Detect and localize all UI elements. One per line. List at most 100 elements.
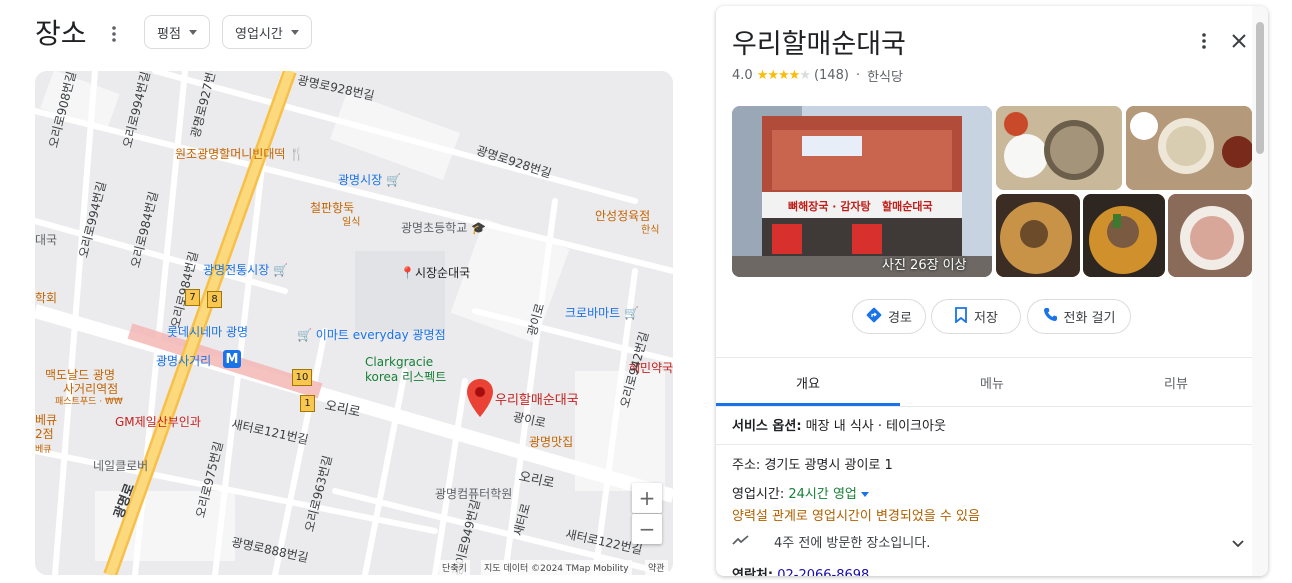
- hours-row[interactable]: 영업시간: 24시간 영업: [732, 483, 870, 502]
- food-image: [1168, 194, 1252, 277]
- zoom-in-button[interactable]: +: [632, 483, 662, 513]
- map-poi-label[interactable]: 광명시장 🛒: [338, 171, 401, 188]
- save-label: 저장: [974, 311, 998, 326]
- photo-thumbnail[interactable]: [996, 194, 1080, 277]
- exit-number-label: 8: [207, 291, 222, 308]
- map-poi-label[interactable]: 📍시장순대국: [400, 264, 470, 281]
- place-details-panel: 우리할매순대국 4.0 ★★★★★ (148) · 한식당 뼈해장국 · 감자탕…: [716, 6, 1268, 576]
- map-poi-label[interactable]: 광명초등학교 🎓: [401, 219, 486, 236]
- trending-icon: [732, 534, 750, 550]
- subway-station-label[interactable]: 광명사거리: [156, 352, 211, 369]
- map-poi-sublabel: 패스트푸드 · ₩₩: [55, 397, 123, 407]
- shopping-icon: 🛒: [386, 173, 401, 187]
- expand-chevron-icon[interactable]: [1230, 536, 1246, 552]
- map-poi-label: 학회: [35, 291, 58, 305]
- hours-label: 영업시간:: [732, 487, 785, 502]
- map-poi-label: 베큐 2점 베큐: [35, 413, 58, 455]
- more-options-icon[interactable]: [104, 22, 124, 46]
- photo-thumbnail[interactable]: [1083, 194, 1165, 277]
- map-canvas[interactable]: 광명로928번길 광명로928번길 오리로908번길 오리로994번길 광명로9…: [35, 71, 673, 575]
- map-poi-label[interactable]: 크로바마트 🛒: [565, 304, 639, 321]
- map-poi-label[interactable]: 광명맛집: [529, 433, 573, 450]
- filter-rating-label: 평점: [157, 26, 181, 42]
- address-row[interactable]: 주소: 경기도 광명시 광이로 1: [732, 454, 893, 473]
- map-poi-label[interactable]: GM제일산부인과: [115, 413, 201, 430]
- call-button[interactable]: 전화 걸기: [1027, 299, 1131, 334]
- more-options-icon[interactable]: [1194, 30, 1214, 52]
- scrollbar-thumb[interactable]: [1256, 22, 1264, 154]
- zoom-out-button[interactable]: −: [632, 514, 662, 544]
- tab-reviews[interactable]: 리뷰: [1084, 358, 1268, 406]
- storefront-image: [732, 106, 992, 277]
- exit-number-label: 10: [292, 369, 312, 386]
- phone-label: 연락처:: [732, 568, 774, 576]
- hours-notice: 양력설 관계로 영업시간이 변경되었을 수 있음: [732, 509, 980, 524]
- caret-down-icon: [290, 29, 299, 35]
- subway-icon[interactable]: M: [223, 350, 241, 368]
- photo-thumbnail[interactable]: [1126, 106, 1252, 190]
- photo-thumbnail[interactable]: [1168, 194, 1252, 277]
- selected-place-label[interactable]: 우리할매순대국: [495, 389, 579, 408]
- filter-rating-chip[interactable]: 평점: [144, 15, 210, 49]
- map-poi-label[interactable]: Clarkgracie korea 리스펙트: [365, 355, 455, 385]
- terms-link[interactable]: 약관: [645, 560, 668, 575]
- map-data-attribution: 지도 데이터 ©2024 TMap Mobility: [481, 560, 632, 575]
- restaurant-icon: 🍴: [289, 147, 305, 161]
- map-poi-label[interactable]: 네일클로버: [93, 457, 148, 474]
- map-poi-label[interactable]: 원조광명할머니빈대떡 🍴: [175, 145, 304, 162]
- star-rating-icon: ★★★★★: [756, 68, 811, 83]
- phone-row[interactable]: 연락처: 02-2066-8698: [732, 564, 869, 576]
- phone-icon: [1043, 307, 1058, 326]
- visited-row: 4주 전에 방문한 장소입니다.: [732, 532, 930, 551]
- keyboard-shortcuts-link[interactable]: 단축키: [439, 560, 470, 575]
- map-poi-sublabel: 한식: [641, 225, 660, 236]
- service-options-label: 서비스 옵션:: [732, 419, 802, 434]
- service-options-value: 매장 내 식사 · 테이크아웃: [805, 419, 946, 434]
- review-count[interactable]: (148): [814, 68, 849, 83]
- food-image: [996, 106, 1122, 190]
- photo-count-overlay: 사진 26장 이상: [882, 258, 967, 273]
- page-title: 장소: [35, 17, 87, 50]
- divider: [716, 444, 1268, 445]
- map-poi-label[interactable]: 🛒 이마트 everyday 광명점: [297, 326, 446, 343]
- address-value: 경기도 광명시 광이로 1: [764, 458, 893, 473]
- close-icon[interactable]: [1228, 30, 1250, 52]
- filter-hours-chip[interactable]: 영업시간: [222, 15, 312, 49]
- sign-text: 뼈해장국 · 감자탕: [788, 200, 871, 213]
- shopping-icon: 🛒: [624, 306, 639, 320]
- scrollbar[interactable]: [1252, 6, 1268, 576]
- hours-value: 24시간 영업: [788, 487, 857, 502]
- map-poi-label: 대국: [35, 233, 58, 247]
- tab-overview[interactable]: 개요: [716, 358, 900, 406]
- exit-number-label: 7: [185, 289, 200, 306]
- visited-text: 4주 전에 방문한 장소입니다.: [774, 536, 931, 551]
- food-image: [1083, 194, 1165, 277]
- service-options-row: 서비스 옵션: 매장 내 식사 · 테이크아웃: [732, 415, 946, 434]
- phone-value: 02-2066-8698: [777, 568, 870, 576]
- directions-button[interactable]: 경로: [852, 299, 926, 334]
- place-name: 우리할매순대국: [732, 29, 906, 60]
- map-poi-label[interactable]: 광명전통시장 🛒: [203, 261, 288, 278]
- photo-thumbnail[interactable]: [996, 106, 1122, 190]
- call-label: 전화 걸기: [1063, 311, 1116, 326]
- separator: ·: [855, 68, 861, 83]
- divider: [716, 406, 1268, 407]
- shopping-icon: 🛒: [273, 263, 289, 277]
- sign-text: 할매순대국: [882, 200, 933, 213]
- main-photo[interactable]: 뼈해장국 · 감자탕 할매순대국 사진 26장 이상: [732, 106, 992, 277]
- food-image: [996, 194, 1080, 277]
- food-image: [1126, 106, 1252, 190]
- rating-row: 4.0 ★★★★★ (148) · 한식당: [732, 66, 903, 85]
- caret-down-icon: [861, 492, 870, 497]
- school-icon: 🎓: [471, 221, 487, 235]
- save-button[interactable]: 저장: [931, 299, 1021, 334]
- map-poi-label[interactable]: 롯데시네마 광명: [167, 323, 248, 340]
- filter-hours-label: 영업시간: [235, 26, 283, 42]
- place-category[interactable]: 한식당: [867, 66, 903, 85]
- tab-menu[interactable]: 메뉴: [900, 358, 1084, 406]
- restaurant-pin-icon: 📍: [400, 266, 415, 280]
- caret-down-icon: [188, 29, 197, 35]
- rating-value: 4.0: [732, 68, 753, 83]
- address-label: 주소:: [732, 458, 761, 473]
- directions-icon: [866, 307, 882, 327]
